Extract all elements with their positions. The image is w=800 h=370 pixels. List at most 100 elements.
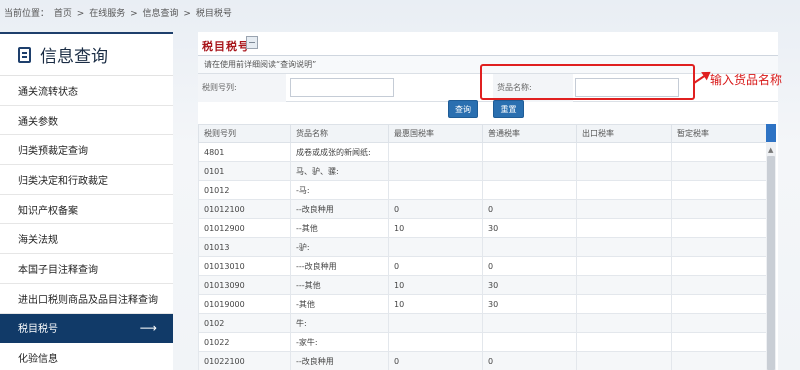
scrollbar-thumb[interactable] bbox=[767, 156, 775, 370]
table-row[interactable]: 01022100 --改良种用 0 0 bbox=[198, 351, 767, 370]
column-header-mfn-rate: 最惠国税率 bbox=[388, 124, 483, 143]
table-cell bbox=[671, 199, 767, 219]
table-cell: 马、驴、骡: bbox=[290, 161, 389, 181]
breadcrumb-current: 税目税号 bbox=[195, 9, 232, 19]
table-cell bbox=[388, 313, 483, 333]
sidebar-item-tariff-notes[interactable]: 进出口税则商品及品目注释查询 bbox=[0, 284, 173, 314]
table-cell: -其他 bbox=[290, 294, 389, 314]
sidebar-item-label: 归类预裁定查询 bbox=[18, 146, 88, 158]
table-cell bbox=[576, 180, 672, 200]
table-cell bbox=[388, 142, 483, 162]
sidebar-item-pre-ruling[interactable]: 归类预裁定查询 bbox=[0, 135, 173, 166]
table-cell bbox=[576, 351, 672, 370]
table-cell: 0 bbox=[388, 351, 483, 370]
document-icon bbox=[18, 46, 31, 63]
table-cell: --改良种用 bbox=[290, 199, 389, 219]
table-row[interactable]: 01012100 --改良种用 0 0 bbox=[198, 199, 767, 219]
results-table-container: 税则号列 货品名称 最惠国税率 普通税率 出口税率 暂定税率 4801 成卷或成张… bbox=[198, 124, 778, 370]
sidebar-item-customs-law[interactable]: 海关法规 bbox=[0, 224, 173, 255]
results-table: 税则号列 货品名称 最惠国税率 普通税率 出口税率 暂定税率 4801 成卷或成张… bbox=[198, 124, 767, 370]
sidebar-item-ip-record[interactable]: 知识产权备案 bbox=[0, 195, 173, 225]
sidebar-item-label: 本国子目注释查询 bbox=[18, 264, 98, 276]
table-row[interactable]: 01013090 ---其他 10 30 bbox=[198, 275, 767, 295]
table-cell: 牛: bbox=[290, 313, 389, 333]
reset-button[interactable]: 重置 bbox=[493, 100, 524, 118]
sidebar-item-label: 进出口税则商品及品目注释查询 bbox=[18, 294, 158, 306]
table-cell: --其他 bbox=[290, 218, 389, 238]
table-row[interactable]: 01013010 ---改良种用 0 0 bbox=[198, 256, 767, 276]
table-cell: 01022100 bbox=[198, 351, 291, 370]
column-header-provisional-rate: 暂定税率 bbox=[671, 124, 767, 143]
table-cell: -家牛: bbox=[290, 332, 389, 352]
table-cell bbox=[671, 351, 767, 370]
sidebar-item-subheading-notes[interactable]: 本国子目注释查询 bbox=[0, 254, 173, 284]
table-cell: --改良种用 bbox=[290, 351, 389, 370]
sidebar-title: 信息查询 bbox=[40, 47, 108, 67]
table-cell: 30 bbox=[482, 294, 577, 314]
table-row[interactable]: 01022 -家牛: bbox=[198, 332, 767, 352]
table-cell: 01019000 bbox=[198, 294, 291, 314]
table-cell bbox=[388, 237, 483, 257]
table-cell bbox=[671, 256, 767, 276]
table-row[interactable]: 4801 成卷或成张的新闻纸: bbox=[198, 142, 767, 162]
table-cell: 01022 bbox=[198, 332, 291, 352]
query-button[interactable]: 查询 bbox=[448, 100, 478, 118]
panel-title-bar: 税目税号 bbox=[198, 32, 778, 56]
table-row[interactable]: 0101 马、驴、骡: bbox=[198, 161, 767, 181]
table-cell bbox=[482, 332, 577, 352]
annotation-text: 输入货品名称 bbox=[710, 73, 783, 87]
panel-title: 税目税号 bbox=[202, 40, 250, 53]
table-cell bbox=[482, 237, 577, 257]
sidebar-item-label: 知识产权备案 bbox=[18, 205, 78, 217]
table-cell: -驴: bbox=[290, 237, 389, 257]
table-cell: 01012900 bbox=[198, 218, 291, 238]
sidebar-item-tariff-number[interactable]: 税目税号 ⟶ bbox=[0, 313, 173, 344]
tariff-number-input[interactable] bbox=[290, 78, 394, 97]
scroll-up-icon[interactable]: ▲ bbox=[768, 146, 773, 154]
table-cell bbox=[388, 332, 483, 352]
table-cell: 30 bbox=[482, 275, 577, 295]
column-header-general-rate: 普通税率 bbox=[482, 124, 577, 143]
sidebar-item-classification-decision[interactable]: 归类决定和行政裁定 bbox=[0, 165, 173, 195]
table-cell: 30 bbox=[482, 218, 577, 238]
breadcrumb-info-query[interactable]: 信息查询 bbox=[143, 9, 179, 19]
table-cell bbox=[482, 180, 577, 200]
table-cell bbox=[671, 142, 767, 162]
table-cell bbox=[576, 161, 672, 181]
breadcrumb-prefix: 当前位置： bbox=[4, 9, 50, 19]
table-cell bbox=[576, 237, 672, 257]
table-row[interactable]: 01019000 -其他 10 30 bbox=[198, 294, 767, 314]
table-cell: 0101 bbox=[198, 161, 291, 181]
table-cell bbox=[671, 294, 767, 314]
table-cell: 0 bbox=[388, 199, 483, 219]
table-scrollbar[interactable]: ▲ bbox=[766, 124, 776, 370]
table-cell bbox=[576, 218, 672, 238]
table-cell: -马: bbox=[290, 180, 389, 200]
table-cell: 01012 bbox=[198, 180, 291, 200]
table-cell bbox=[576, 199, 672, 219]
breadcrumb-online-services[interactable]: 在线服务 bbox=[89, 9, 125, 19]
table-row[interactable]: 0102 牛: bbox=[198, 313, 767, 333]
sidebar-item-label: 化验信息 bbox=[18, 354, 58, 366]
table-cell: 10 bbox=[388, 218, 483, 238]
sidebar-item-label: 海关法规 bbox=[18, 235, 58, 247]
table-cell bbox=[482, 313, 577, 333]
table-cell bbox=[388, 161, 483, 181]
sidebar-item-lab-info[interactable]: 化验信息 bbox=[0, 343, 173, 370]
collapse-icon[interactable] bbox=[246, 36, 258, 49]
table-cell: 0 bbox=[388, 256, 483, 276]
table-cell bbox=[671, 161, 767, 181]
table-cell bbox=[576, 275, 672, 295]
sidebar-item-clearance-params[interactable]: 通关参数 bbox=[0, 106, 173, 136]
table-cell: 0 bbox=[482, 199, 577, 219]
column-header-goods-name: 货品名称 bbox=[290, 124, 389, 143]
table-row[interactable]: 01013 -驴: bbox=[198, 237, 767, 257]
sidebar-item-clearance-status[interactable]: 通关流转状态 bbox=[0, 76, 173, 106]
column-header-tariff-number: 税则号列 bbox=[198, 124, 291, 143]
table-row[interactable]: 01012 -马: bbox=[198, 180, 767, 200]
breadcrumb-home[interactable]: 首页 bbox=[54, 9, 72, 19]
table-cell: 10 bbox=[388, 294, 483, 314]
table-cell: 0 bbox=[482, 351, 577, 370]
table-row[interactable]: 01012900 --其他 10 30 bbox=[198, 218, 767, 238]
breadcrumb-separator: > bbox=[130, 9, 138, 19]
